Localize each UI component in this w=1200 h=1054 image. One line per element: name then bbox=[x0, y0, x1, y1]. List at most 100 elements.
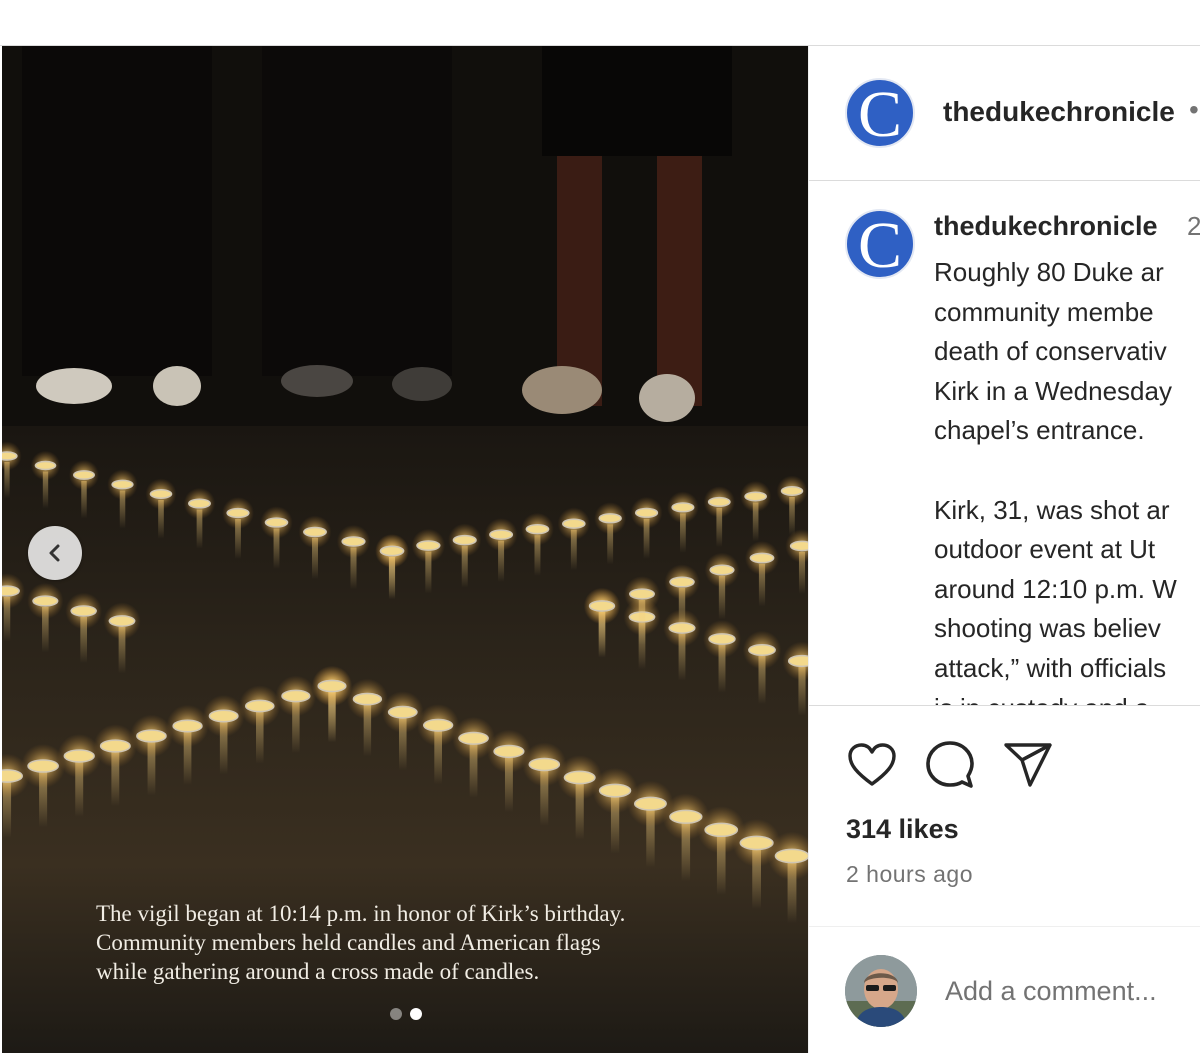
like-button[interactable] bbox=[845, 738, 899, 792]
tealight-candle bbox=[73, 470, 95, 480]
caption-line: Kirk in a Wednesday bbox=[934, 375, 1172, 406]
tealight-candle bbox=[27, 759, 59, 773]
tealight-candle bbox=[149, 489, 173, 499]
tealight-candle bbox=[2, 451, 18, 461]
tealight-candle bbox=[317, 679, 347, 693]
tealight-candle bbox=[774, 848, 808, 864]
share-button[interactable] bbox=[1001, 738, 1055, 792]
post-actions bbox=[845, 738, 1055, 792]
tealight-candle bbox=[172, 719, 203, 733]
caption-line: death of conservativ bbox=[934, 336, 1167, 367]
tealight-candle bbox=[787, 654, 808, 668]
caption-line: Roughly 80 Duke ar bbox=[934, 257, 1164, 287]
tealight-candle bbox=[629, 588, 655, 600]
tealight-candle bbox=[669, 809, 703, 824]
tealight-candle bbox=[598, 783, 632, 798]
header-separator-dot: • bbox=[1189, 94, 1199, 125]
caption-section: C thedukechronicle 2 Roughly 80 Duke ar … bbox=[809, 181, 1200, 706]
tealight-candle bbox=[739, 835, 774, 851]
tealight-candle bbox=[789, 540, 808, 552]
tealight-candle bbox=[562, 518, 586, 529]
tealight-candle bbox=[99, 739, 131, 753]
tealight-candle bbox=[708, 633, 736, 645]
tealight-candle bbox=[416, 540, 441, 551]
tealight-candle bbox=[111, 479, 134, 490]
add-comment-row bbox=[809, 926, 1200, 1053]
tealight-candle bbox=[379, 545, 405, 557]
caption-line: community membe bbox=[934, 296, 1154, 327]
likes-count[interactable]: 314 likes bbox=[846, 814, 959, 845]
post-header: C thedukechronicle • bbox=[809, 46, 1200, 181]
post-side-panel: C thedukechronicle • C thedukechronicle … bbox=[808, 46, 1200, 1053]
tealight-candle bbox=[63, 749, 95, 763]
instagram-post: The vigil began at 10:14 p.m. in honor o… bbox=[0, 45, 1200, 1053]
tealight-candle bbox=[634, 796, 667, 811]
heart-icon bbox=[848, 743, 896, 786]
post-time-ago[interactable]: 2 hours ago bbox=[846, 861, 973, 888]
tealight-candle bbox=[707, 496, 731, 507]
caption-timestamp: 2 bbox=[1187, 211, 1200, 242]
tealight-candle bbox=[188, 498, 211, 509]
carousel-dots bbox=[390, 1008, 422, 1020]
tealight-candle bbox=[525, 523, 550, 535]
caption-line: attack,” with officials bbox=[934, 652, 1167, 683]
tealight-candle bbox=[208, 709, 239, 723]
tealight-candle bbox=[780, 486, 804, 496]
caption-author-avatar[interactable]: C bbox=[845, 209, 915, 281]
caption-line: around 12:10 p.m. W bbox=[934, 573, 1177, 604]
tealight-candle bbox=[34, 460, 57, 471]
current-user-avatar[interactable] bbox=[845, 955, 917, 1027]
tealight-candle bbox=[136, 729, 167, 743]
tealight-candle bbox=[70, 605, 97, 617]
tealight-candle bbox=[108, 615, 136, 627]
tealight-candle bbox=[2, 585, 20, 597]
tealight-candle bbox=[671, 502, 695, 513]
tealight-candle bbox=[704, 822, 739, 838]
tealight-candle bbox=[709, 564, 735, 576]
tealight-candle bbox=[669, 576, 695, 588]
account-avatar[interactable]: C bbox=[845, 78, 915, 150]
caption-line: chapel’s entrance. bbox=[934, 415, 1145, 446]
caption-overlay-line: The vigil began at 10:14 p.m. in honor o… bbox=[96, 901, 626, 926]
caption-line: is in custody and a bbox=[934, 689, 1200, 705]
tealight-candle bbox=[489, 529, 514, 540]
carousel-dot[interactable] bbox=[390, 1008, 402, 1020]
tealight-candle bbox=[744, 491, 767, 502]
tealight-candle bbox=[452, 534, 477, 546]
tealight-candle bbox=[748, 643, 776, 657]
tealight-candle bbox=[423, 718, 454, 732]
tealight-candle bbox=[563, 770, 596, 785]
caption-line: Kirk, 31, was shot ar bbox=[934, 494, 1170, 525]
caption-line bbox=[934, 451, 1200, 491]
tealight-candle bbox=[749, 552, 775, 564]
comment-icon bbox=[926, 741, 974, 788]
carousel-previous-button[interactable] bbox=[28, 526, 82, 580]
account-username[interactable]: thedukechronicle bbox=[943, 96, 1175, 128]
image-caption-overlay: The vigil began at 10:14 p.m. in honor o… bbox=[96, 899, 776, 986]
post-image[interactable]: The vigil began at 10:14 p.m. in honor o… bbox=[2, 46, 808, 1053]
comment-button[interactable] bbox=[923, 738, 977, 792]
caption-line: outdoor event at Ut bbox=[934, 534, 1156, 565]
carousel-dot-active[interactable] bbox=[410, 1008, 422, 1020]
tealight-candle bbox=[634, 507, 659, 518]
tealight-candle bbox=[341, 536, 366, 547]
caption-overlay-line: while gathering around a cross made of c… bbox=[96, 959, 540, 984]
user-photo bbox=[845, 955, 917, 1027]
caption-author-username[interactable]: thedukechronicle bbox=[934, 211, 1158, 242]
add-comment-input[interactable] bbox=[945, 971, 1200, 1011]
tealight-candle bbox=[352, 692, 383, 706]
caption-overlay-line: Community members held candles and Ameri… bbox=[96, 930, 601, 955]
tealight-candle bbox=[303, 526, 327, 538]
tealight-candle bbox=[2, 769, 23, 783]
tealight-candle bbox=[281, 689, 311, 703]
tealight-candle bbox=[588, 600, 616, 612]
tealight-candle bbox=[528, 757, 561, 772]
tealight-candle bbox=[387, 705, 418, 719]
paper-plane-icon bbox=[1004, 743, 1052, 787]
tealight-candle bbox=[244, 699, 275, 713]
tealight-candle bbox=[493, 744, 525, 759]
chevron-left-icon bbox=[49, 544, 60, 562]
tealight-candle bbox=[32, 595, 59, 607]
tealight-candle bbox=[226, 507, 250, 519]
caption-line: shooting was believ bbox=[934, 613, 1161, 644]
